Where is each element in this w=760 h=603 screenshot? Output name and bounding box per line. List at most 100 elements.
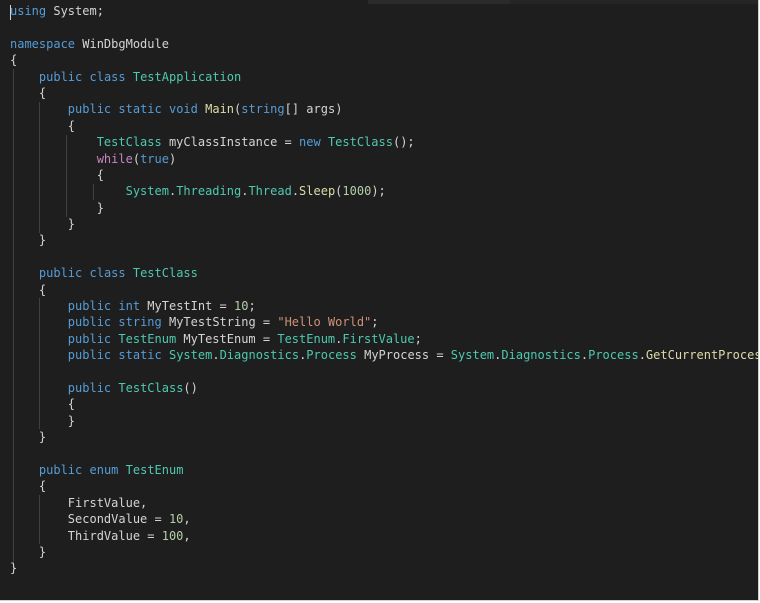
code-token: FirstValue,: [10, 495, 148, 510]
code-token: Thread: [248, 184, 292, 199]
code-token: TestEnum: [277, 331, 336, 346]
code-line[interactable]: public class TestClass: [10, 265, 758, 281]
code-token: }: [10, 544, 47, 559]
code-line[interactable]: TestClass myClassInstance = new TestClas…: [10, 134, 758, 150]
code-line[interactable]: {: [10, 282, 758, 298]
code-token: }: [10, 561, 18, 576]
code-token: ;: [371, 315, 379, 330]
code-token: Main: [205, 102, 235, 117]
code-token: MyTestEnum =: [176, 331, 278, 346]
code-line[interactable]: System.Threading.Thread.Sleep(1000);: [10, 183, 758, 199]
code-token: while: [96, 151, 133, 166]
code-line[interactable]: }: [10, 216, 758, 232]
code-token: MyTestString =: [161, 315, 278, 330]
code-line[interactable]: public int MyTestInt = 10;: [10, 298, 758, 314]
code-token: ;: [248, 299, 256, 314]
code-line[interactable]: FirstValue,: [10, 495, 758, 511]
code-line[interactable]: public class TestApplication: [10, 69, 758, 85]
code-line[interactable]: [10, 19, 758, 35]
code-token: TestClass: [96, 135, 162, 150]
code-token: new: [299, 135, 321, 150]
code-line[interactable]: {: [10, 396, 758, 412]
code-token: Diagnostics: [219, 348, 300, 363]
code-line[interactable]: public enum TestEnum: [10, 462, 758, 478]
code-token: {: [10, 167, 104, 182]
code-token: Process: [306, 348, 357, 363]
code-token: (: [132, 151, 141, 166]
code-token: System;: [46, 4, 104, 18]
code-line[interactable]: ThirdValue = 100,: [10, 528, 758, 544]
code-line[interactable]: public static System.Diagnostics.Process…: [10, 347, 759, 363]
code-line[interactable]: using System;: [10, 3, 758, 19]
code-token: }: [10, 413, 76, 428]
code-line[interactable]: public TestClass(): [10, 380, 758, 396]
code-line[interactable]: [10, 446, 758, 462]
code-line[interactable]: }: [10, 200, 758, 216]
code-line[interactable]: public TestEnum MyTestEnum = TestEnum.Fi…: [10, 331, 758, 347]
code-token: Process: [588, 348, 639, 363]
code-token: public: [38, 69, 83, 84]
code-token: TestClass: [118, 380, 184, 395]
code-line[interactable]: }: [10, 544, 758, 560]
code-line[interactable]: }: [10, 560, 758, 576]
code-editor[interactable]: using System; namespace WinDbgModule{ pu…: [0, 0, 759, 601]
code-line[interactable]: public static void Main(string[] args): [10, 101, 758, 117]
code-token: 100: [161, 528, 184, 543]
code-line[interactable]: {: [10, 52, 758, 68]
code-token: System: [450, 348, 495, 363]
code-token: enum: [89, 462, 119, 477]
code-line[interactable]: }: [10, 413, 758, 429]
code-token: System: [168, 348, 213, 363]
code-token: 10: [234, 299, 249, 314]
code-token: }: [10, 233, 47, 248]
code-token: namespace: [10, 36, 76, 51]
code-token: public: [67, 331, 112, 346]
code-token: public: [67, 315, 112, 330]
code-token: SecondValue =: [10, 512, 169, 527]
code-token: System: [125, 184, 169, 199]
code-token: {: [10, 85, 47, 100]
code-line[interactable]: while(true): [10, 151, 758, 167]
code-text[interactable]: using System; namespace WinDbgModule{ pu…: [10, 3, 759, 577]
code-token: Threading: [176, 184, 242, 199]
code-line[interactable]: {: [10, 118, 758, 134]
code-line[interactable]: }: [10, 232, 758, 248]
code-token: string: [118, 315, 162, 330]
code-line[interactable]: {: [10, 85, 758, 101]
code-line[interactable]: [10, 364, 758, 380]
code-token: }: [10, 430, 47, 445]
code-line[interactable]: SecondValue = 10,: [10, 511, 758, 527]
code-token: 10: [168, 512, 184, 527]
code-token: Sleep: [299, 184, 336, 199]
code-token: public: [67, 348, 112, 363]
code-token: public: [67, 102, 112, 117]
code-token: FirstValue: [342, 331, 415, 346]
code-line[interactable]: {: [10, 167, 758, 183]
code-token: {: [10, 282, 47, 297]
code-token: GetCurrentProcess: [645, 348, 759, 363]
code-line[interactable]: }: [10, 429, 758, 445]
code-token: (): [183, 380, 198, 395]
code-token: .: [291, 184, 300, 199]
code-token: class: [89, 266, 126, 281]
code-line[interactable]: [10, 249, 758, 265]
code-line[interactable]: namespace WinDbgModule: [10, 36, 758, 52]
code-line[interactable]: {: [10, 478, 758, 494]
code-line[interactable]: public string MyTestString = "Hello Worl…: [10, 314, 758, 330]
code-token: ThirdValue =: [10, 528, 162, 543]
code-token: using: [10, 4, 47, 18]
